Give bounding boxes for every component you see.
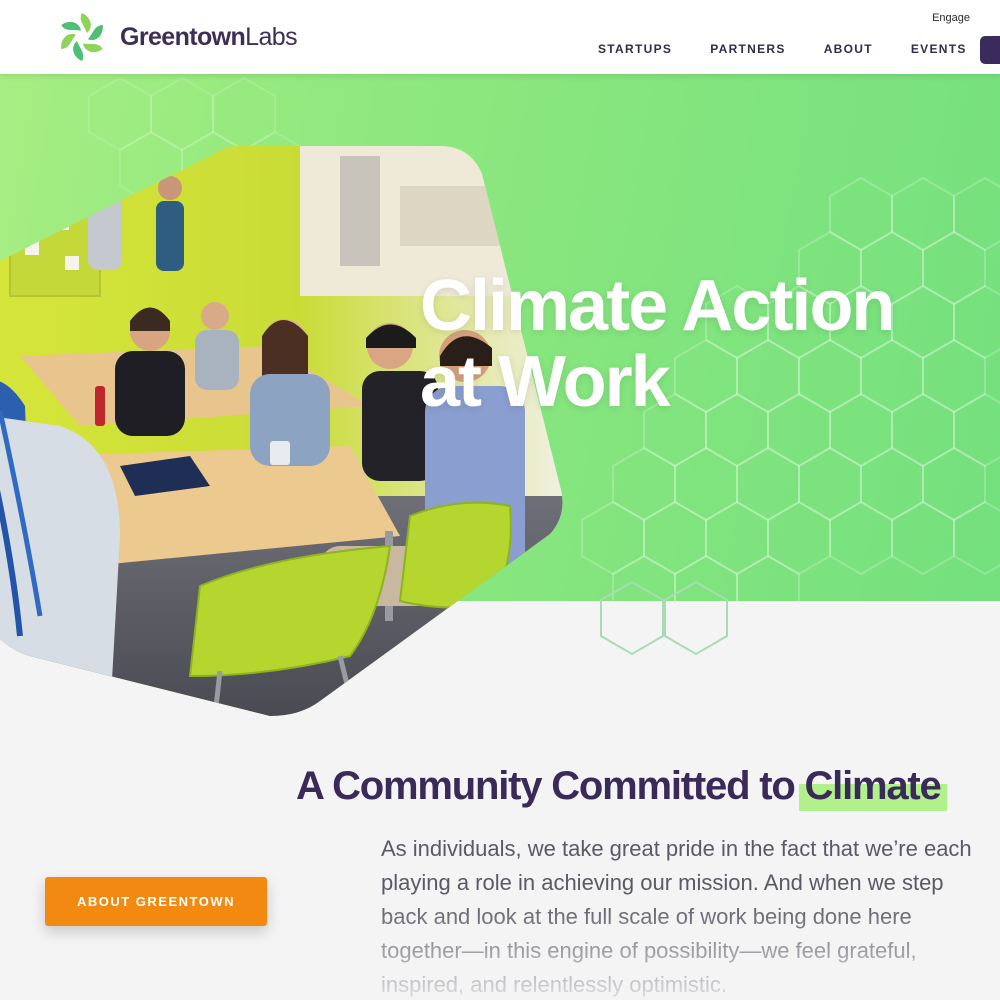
nav-events[interactable]: EVENTS bbox=[911, 42, 967, 56]
engage-link[interactable]: Engage bbox=[932, 12, 970, 24]
nav-startups[interactable]: STARTUPS bbox=[598, 42, 672, 56]
logo-link[interactable]: GreentownLabs bbox=[56, 12, 298, 62]
greentown-leaf-logo-icon bbox=[61, 13, 103, 61]
hero-title-line-2: at Work bbox=[420, 342, 671, 422]
main-nav: STARTUPS PARTNERS ABOUT EVENTS bbox=[598, 42, 1000, 56]
community-heading: A Community Committed to Climate bbox=[296, 764, 947, 811]
logo-wordmark: GreentownLabs bbox=[120, 22, 298, 52]
logo-wordmark-bold: Greentown bbox=[120, 22, 246, 51]
logo-wordmark-light: Labs bbox=[245, 22, 297, 51]
hero-title-line-1: Climate Action bbox=[420, 266, 895, 346]
community-heading-text: A Community Committed to bbox=[296, 764, 805, 808]
site-header: GreentownLabs Engage STARTUPS PARTNERS A… bbox=[0, 0, 1000, 74]
community-body-text: As individuals, we take great pride in t… bbox=[381, 836, 972, 997]
header-cta-button[interactable] bbox=[980, 36, 1000, 64]
hero-title: Climate Action at Work bbox=[420, 266, 895, 422]
about-greentown-button[interactable]: ABOUT GREENTOWN bbox=[45, 877, 267, 926]
nav-partners[interactable]: PARTNERS bbox=[710, 42, 786, 56]
community-heading-highlight: Climate bbox=[798, 764, 947, 811]
hexagon-outline-decoration bbox=[600, 580, 728, 656]
nav-about[interactable]: ABOUT bbox=[824, 42, 873, 56]
